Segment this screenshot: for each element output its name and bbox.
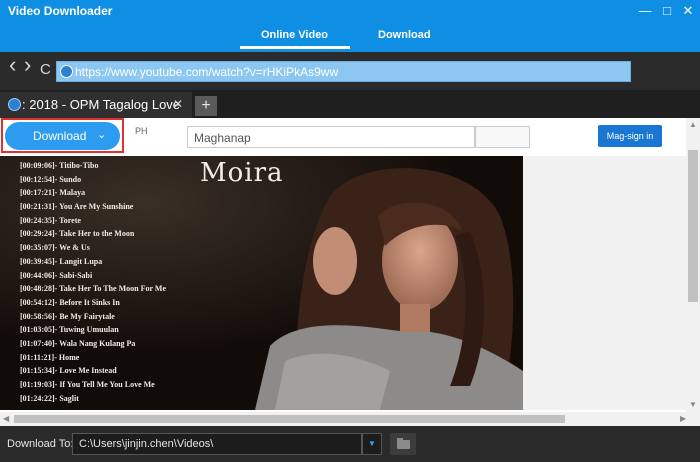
folder-icon	[397, 440, 410, 449]
download-to-label: Download To:	[7, 438, 74, 450]
navigation-bar: ‹ › C https://www.youtube.com/watch?v=rH…	[0, 52, 700, 90]
app-title: Video Downloader	[8, 4, 113, 18]
title-bar: Video Downloader — □ ✕ Online Video Down…	[0, 0, 700, 52]
track-item: [00:21:31]- You Are My Sunshine	[20, 202, 134, 212]
download-location-bar: Download To: C:\Users\jinjin.chen\Videos…	[0, 426, 700, 462]
download-path-text: C:\Users\jinjin.chen\Videos\	[79, 438, 214, 450]
horizontal-scroll-thumb[interactable]	[14, 415, 565, 423]
browser-tab-strip: : 2018 - OPM Tagalog Love ✕ +	[0, 90, 700, 118]
track-list: [00:09:06]- Titibo-Tibo [00:12:54]- Sund…	[20, 161, 166, 407]
minimize-icon[interactable]: —	[637, 4, 653, 18]
reload-icon[interactable]: C	[40, 62, 51, 78]
vertical-scroll-thumb[interactable]	[688, 150, 698, 302]
track-item: [00:39:45]- Langit Lupa	[20, 256, 103, 266]
scroll-right-icon[interactable]: ▶	[680, 414, 686, 423]
browse-folder-button[interactable]	[390, 433, 416, 455]
sidebar-area	[523, 156, 686, 410]
forward-icon[interactable]: ›	[24, 54, 31, 76]
track-item: [00:29:24]- Take Her to the Moon	[20, 229, 135, 239]
horizontal-scrollbar[interactable]: ◀ ▶	[0, 412, 700, 426]
dropdown-arrow-icon[interactable]: ▼	[362, 433, 382, 455]
track-item: [01:11:21]- Home	[20, 352, 80, 362]
track-item: [00:12:54]- Sundo	[20, 174, 82, 184]
url-text[interactable]: https://www.youtube.com/watch?v=rHKiPkAs…	[75, 65, 338, 79]
vertical-scrollbar[interactable]: ▲ ▼	[686, 118, 700, 412]
track-item: [01:07:40]- Wala Nang Kulang Pa	[20, 338, 136, 348]
track-item: [01:03:05]- Tuwing Umuulan	[20, 325, 119, 335]
new-tab-button[interactable]: +	[195, 96, 217, 116]
sign-in-button[interactable]: Mag-sign in	[598, 125, 662, 147]
region-code: PH	[135, 126, 148, 136]
address-bar[interactable]: https://www.youtube.com/watch?v=rHKiPkAs…	[56, 61, 631, 82]
artist-name: Moira	[200, 158, 284, 188]
page-header: Download ⌄ PH Maghanap Mag-sign in	[0, 118, 686, 156]
scroll-left-icon[interactable]: ◀	[3, 414, 9, 423]
video-player[interactable]: Moira [00:09:06]- Titibo-Tibo [00:12:54]…	[0, 156, 523, 410]
track-item: [00:48:28]- Take Her To The Moon For Me	[20, 284, 166, 294]
browser-tab[interactable]: : 2018 - OPM Tagalog Love ✕	[0, 92, 192, 118]
tab-download[interactable]: Download	[378, 29, 431, 41]
maximize-icon[interactable]: □	[659, 4, 675, 18]
track-item: [00:35:07]- We & Us	[20, 243, 90, 253]
track-item: [01:19:03]- If You Tell Me You Love Me	[20, 380, 155, 389]
search-placeholder: Maghanap	[194, 131, 251, 145]
search-button[interactable]	[475, 126, 530, 148]
track-item: [00:58:56]- Be My Fairytale	[20, 311, 115, 321]
back-icon[interactable]: ‹	[9, 54, 16, 76]
search-input[interactable]: Maghanap	[187, 126, 475, 148]
track-item: [00:17:21]- Malaya	[20, 188, 86, 198]
scroll-down-icon[interactable]: ▼	[689, 400, 697, 409]
web-viewport: Download ⌄ PH Maghanap Mag-sign in Moira…	[0, 118, 700, 426]
globe-icon	[8, 98, 21, 111]
active-tab-indicator	[240, 46, 350, 49]
globe-icon	[60, 65, 73, 78]
track-item: [01:24:22]- Saglit	[20, 393, 79, 403]
track-item: [00:09:06]- Titibo-Tibo	[20, 161, 99, 170]
scroll-up-icon[interactable]: ▲	[689, 120, 697, 129]
close-tab-icon[interactable]: ✕	[173, 97, 183, 111]
highlight-outline	[1, 118, 124, 153]
track-item: [01:15:34]- Love Me Instead	[20, 366, 117, 376]
tab-online-video[interactable]: Online Video	[261, 29, 328, 41]
close-icon[interactable]: ✕	[680, 4, 696, 18]
track-item: [00:44:06]- Sabi-Sabi	[20, 270, 93, 280]
track-item: [00:24:35]- Torete	[20, 215, 81, 225]
browser-tab-title[interactable]: : 2018 - OPM Tagalog Love	[22, 97, 180, 112]
track-item: [00:54:12]- Before It Sinks In	[20, 297, 120, 307]
download-path-field[interactable]: C:\Users\jinjin.chen\Videos\	[72, 433, 362, 455]
